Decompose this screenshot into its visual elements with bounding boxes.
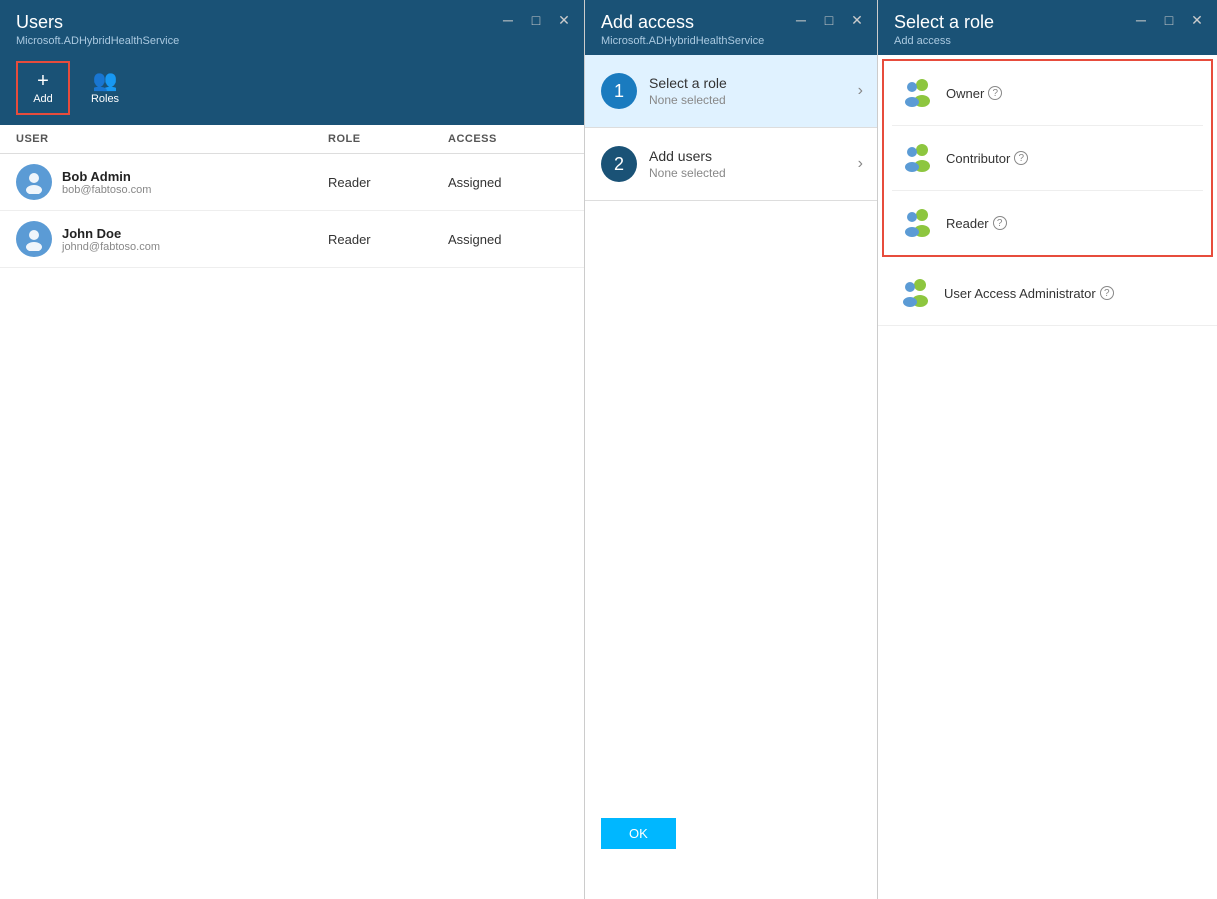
step-2-arrow: › xyxy=(858,155,863,173)
ok-button[interactable]: OK xyxy=(601,818,676,849)
roles-button[interactable]: 👥 Roles xyxy=(78,61,132,115)
col-role: ROLE xyxy=(328,133,448,145)
role-item-contributor[interactable]: Contributor ? xyxy=(884,126,1211,190)
select-role-maximize-button[interactable]: □ xyxy=(1159,10,1179,30)
users-close-button[interactable]: ✕ xyxy=(554,10,574,30)
users-header: Users Microsoft.ADHybridHealthService ─ … xyxy=(0,0,584,125)
users-maximize-button[interactable]: □ xyxy=(526,10,546,30)
user-access-2: Assigned xyxy=(448,232,568,247)
step-1-subtitle: None selected xyxy=(649,93,727,107)
user-role-2: Reader xyxy=(328,232,448,247)
step-2-item[interactable]: 2 Add users None selected › xyxy=(585,128,877,201)
avatar-2 xyxy=(16,221,52,257)
role-item-user-access-admin[interactable]: User Access Administrator ? xyxy=(878,261,1217,326)
contributor-role-icon xyxy=(898,140,934,176)
reader-role-name: Reader xyxy=(946,216,989,231)
owner-role-icon xyxy=(898,75,934,111)
users-toolbar: + Add 👥 Roles xyxy=(0,55,584,125)
select-role-panel: Select a role Add access ─ □ ✕ xyxy=(878,0,1217,899)
user-name-2: John Doe xyxy=(62,226,160,241)
col-access: ACCESS xyxy=(448,133,568,145)
avatar-1 xyxy=(16,164,52,200)
user-name-1: Bob Admin xyxy=(62,169,151,184)
owner-role-name: Owner xyxy=(946,86,984,101)
user-details-2: John Doe johnd@fabtoso.com xyxy=(62,226,160,253)
add-access-subtitle: Microsoft.ADHybridHealthService xyxy=(601,35,861,47)
select-role-window-controls: ─ □ ✕ xyxy=(1131,10,1207,30)
add-access-panel: Add access Microsoft.ADHybridHealthServi… xyxy=(585,0,878,899)
user-access-admin-info-icon[interactable]: ? xyxy=(1100,286,1114,300)
role-item-owner[interactable]: Owner ? xyxy=(884,61,1211,125)
table-header: USER ROLE ACCESS xyxy=(0,125,584,154)
step-2-number: 2 xyxy=(601,146,637,182)
table-row: John Doe johnd@fabtoso.com Reader Assign… xyxy=(0,211,584,268)
user-access-admin-role-icon xyxy=(896,275,932,311)
add-button[interactable]: + Add xyxy=(16,61,70,115)
col-user: USER xyxy=(16,133,328,145)
step-1-content: Select a role None selected xyxy=(649,75,727,107)
step-1-item[interactable]: 1 Select a role None selected › xyxy=(585,55,877,128)
role-list: Owner ? Contributor ? xyxy=(878,55,1217,477)
ok-button-container: OK xyxy=(601,818,676,849)
user-access-admin-role-name: User Access Administrator xyxy=(944,286,1096,301)
add-access-window-controls: ─ □ ✕ xyxy=(791,10,867,30)
role-item-reader[interactable]: Reader ? xyxy=(884,191,1211,255)
step-1-arrow: › xyxy=(858,82,863,100)
add-icon: + xyxy=(37,71,49,91)
step-2-title: Add users xyxy=(649,148,726,164)
add-access-minimize-button[interactable]: ─ xyxy=(791,10,811,30)
owner-info-icon[interactable]: ? xyxy=(988,86,1002,100)
users-window-controls: ─ □ ✕ xyxy=(498,10,574,30)
select-role-spacer xyxy=(878,477,1217,899)
user-role-1: Reader xyxy=(328,175,448,190)
select-role-close-button[interactable]: ✕ xyxy=(1187,10,1207,30)
step-2-subtitle: None selected xyxy=(649,166,726,180)
users-title: Users xyxy=(16,12,568,33)
add-label: Add xyxy=(33,93,53,105)
role-highlight-box: Owner ? Contributor ? xyxy=(882,59,1213,257)
add-access-header: Add access Microsoft.ADHybridHealthServi… xyxy=(585,0,877,55)
step-2-content: Add users None selected xyxy=(649,148,726,180)
reader-info-icon[interactable]: ? xyxy=(993,216,1007,230)
roles-icon: 👥 xyxy=(93,71,118,91)
user-email-1: bob@fabtoso.com xyxy=(62,184,151,196)
step-1-title: Select a role xyxy=(649,75,727,91)
select-role-minimize-button[interactable]: ─ xyxy=(1131,10,1151,30)
user-email-2: johnd@fabtoso.com xyxy=(62,241,160,253)
users-title-area: Users Microsoft.ADHybridHealthService xyxy=(0,0,584,55)
user-access-1: Assigned xyxy=(448,175,568,190)
users-spacer xyxy=(0,268,584,899)
contributor-info-icon[interactable]: ? xyxy=(1014,151,1028,165)
select-role-header: Select a role Add access ─ □ ✕ xyxy=(878,0,1217,55)
add-access-maximize-button[interactable]: □ xyxy=(819,10,839,30)
contributor-role-name: Contributor xyxy=(946,151,1010,166)
user-details-1: Bob Admin bob@fabtoso.com xyxy=(62,169,151,196)
users-subtitle: Microsoft.ADHybridHealthService xyxy=(16,35,568,47)
user-info-1: Bob Admin bob@fabtoso.com xyxy=(16,164,328,200)
add-access-close-button[interactable]: ✕ xyxy=(847,10,867,30)
roles-label: Roles xyxy=(91,93,119,105)
reader-role-icon xyxy=(898,205,934,241)
table-row: Bob Admin bob@fabtoso.com Reader Assigne… xyxy=(0,154,584,211)
step-1-number: 1 xyxy=(601,73,637,109)
select-role-subtitle: Add access xyxy=(894,35,1201,47)
users-minimize-button[interactable]: ─ xyxy=(498,10,518,30)
user-info-2: John Doe johnd@fabtoso.com xyxy=(16,221,328,257)
add-access-spacer xyxy=(585,201,877,899)
users-panel: Users Microsoft.ADHybridHealthService ─ … xyxy=(0,0,585,899)
